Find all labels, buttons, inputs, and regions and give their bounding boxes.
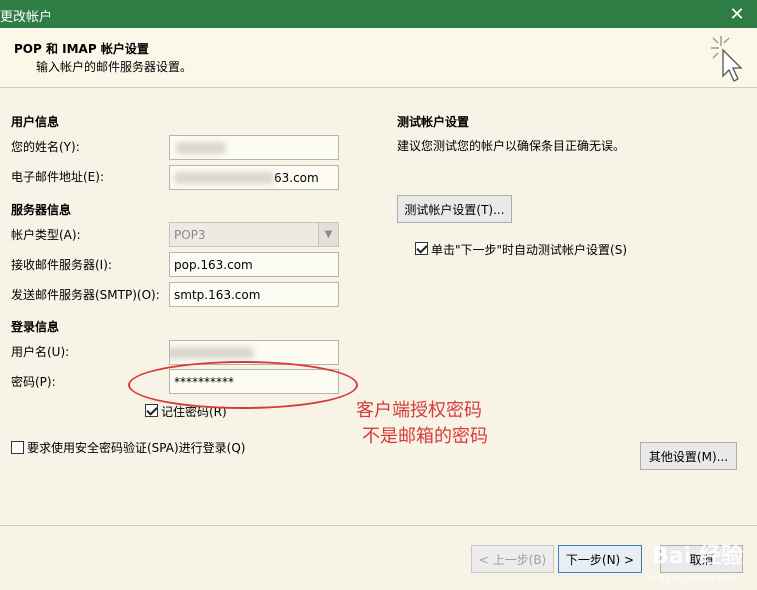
watermark-logo: Bai 经验 — [652, 544, 743, 569]
outgoing-server-label: 发送邮件服务器(SMTP)(O): — [11, 288, 160, 302]
chevron-down-icon: ▼ — [318, 223, 338, 246]
spa-checkbox[interactable] — [11, 441, 24, 454]
test-settings-description: 建议您测试您的帐户以确保条目正确无误。 — [397, 139, 626, 153]
username-label: 用户名(U): — [11, 345, 70, 359]
header-title: POP 和 IMAP 帐户设置 — [14, 42, 149, 56]
outgoing-server-input[interactable]: smtp.163.com — [169, 282, 339, 307]
login-info-heading: 登录信息 — [11, 320, 60, 334]
user-info-heading: 用户信息 — [11, 115, 60, 129]
dialog-content: 用户信息 您的姓名(Y): 电子邮件地址(E): 63.com 服务器信息 帐户… — [0, 89, 757, 525]
name-label: 您的姓名(Y): — [11, 140, 80, 154]
annotation-ellipse — [128, 361, 358, 409]
remember-password-checkbox[interactable] — [145, 404, 158, 417]
dialog-header: POP 和 IMAP 帐户设置 输入帐户的邮件服务器设置。 — [0, 28, 757, 88]
dialog-footer: < 上一步(B) 下一步(N) > 取消 — [0, 525, 757, 590]
window-title: 更改帐户 — [0, 10, 53, 25]
incoming-server-label: 接收邮件服务器(I): — [11, 258, 112, 272]
spa-label: 要求使用安全密码验证(SPA)进行登录(Q) — [27, 441, 246, 455]
account-type-value: POP3 — [174, 228, 206, 242]
email-visible-text: 63.com — [274, 171, 319, 185]
server-info-heading: 服务器信息 — [11, 203, 72, 217]
watermark-url: jingyan.baidu.com — [646, 573, 739, 584]
auto-test-label: 单击"下一步"时自动测试帐户设置(S) — [431, 243, 628, 257]
auto-test-checkbox[interactable] — [415, 242, 428, 255]
annotation-line-1: 客户端授权密码 — [356, 400, 482, 421]
account-type-label: 帐户类型(A): — [11, 228, 81, 242]
header-subtitle: 输入帐户的邮件服务器设置。 — [36, 60, 193, 74]
password-label: 密码(P): — [11, 375, 56, 389]
redacted-mark — [174, 172, 274, 184]
redacted-mark — [176, 142, 226, 154]
test-account-button[interactable]: 测试帐户设置(T)... — [397, 195, 512, 223]
account-type-select: POP3 ▼ — [169, 222, 339, 247]
more-settings-button[interactable]: 其他设置(M)... — [640, 442, 737, 470]
pointer-sparkle-icon — [711, 36, 743, 82]
name-input[interactable] — [169, 135, 339, 160]
close-icon[interactable]: ✕ — [717, 0, 757, 28]
incoming-server-input[interactable]: pop.163.com — [169, 252, 339, 277]
test-settings-heading: 测试帐户设置 — [397, 115, 470, 129]
annotation-line-2: 不是邮箱的密码 — [362, 426, 488, 447]
back-button[interactable]: < 上一步(B) — [471, 545, 554, 573]
redacted-mark — [170, 347, 254, 359]
title-bar: 更改帐户 ✕ — [0, 0, 757, 28]
next-button[interactable]: 下一步(N) > — [558, 545, 642, 573]
email-input[interactable]: 63.com — [169, 165, 339, 190]
email-label: 电子邮件地址(E): — [11, 170, 104, 184]
